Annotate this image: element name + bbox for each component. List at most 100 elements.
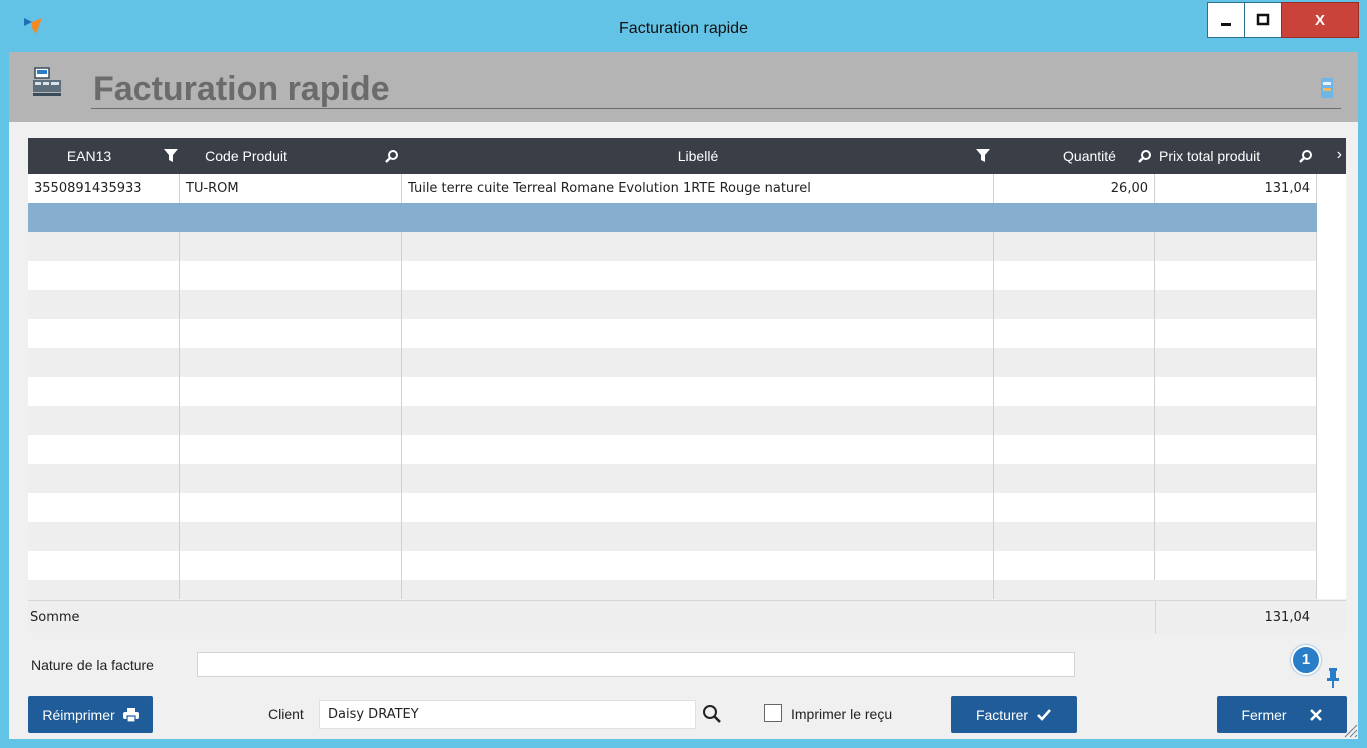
cell-quantite[interactable]: 26,00 [994,174,1155,203]
cell-code-produit[interactable] [180,348,402,377]
scrollbar-track[interactable] [1317,435,1346,464]
scrollbar-track[interactable] [1317,232,1346,261]
scrollbar-track[interactable] [1317,348,1346,377]
cell-quantite[interactable] [994,290,1155,319]
cell-quantite[interactable] [994,435,1155,464]
maximize-button[interactable] [1244,2,1282,38]
cell-prix-total[interactable] [1155,377,1317,406]
cell-ean13[interactable] [28,232,180,261]
column-header-quantite[interactable]: Quantité [994,138,1155,174]
cell-libelle[interactable] [402,232,994,261]
cell-quantite[interactable] [994,580,1155,599]
cell-prix-total[interactable] [1155,232,1317,261]
cell-code-produit[interactable] [180,493,402,522]
scroll-columns-right[interactable]: › [1317,138,1346,174]
cell-prix-total[interactable] [1155,348,1317,377]
cell-code-produit[interactable] [180,435,402,464]
cell-quantite[interactable] [994,319,1155,348]
cell-ean13[interactable] [28,406,180,435]
cell-libelle[interactable] [402,203,994,232]
cell-quantite[interactable] [994,232,1155,261]
column-header-prix-total[interactable]: Prix total produit [1155,138,1317,174]
cell-ean13[interactable] [28,377,180,406]
table-row[interactable] [28,580,1346,599]
cell-ean13[interactable] [28,203,180,232]
column-header-ean13[interactable]: EAN13 [28,138,180,174]
cell-prix-total[interactable] [1155,493,1317,522]
cell-quantite[interactable] [994,261,1155,290]
table-row[interactable]: 3550891435933 TU-ROM Tuile terre cuite T… [28,174,1346,203]
cell-prix-total[interactable] [1155,435,1317,464]
cell-ean13[interactable] [28,348,180,377]
resize-grip-icon[interactable] [1340,720,1358,738]
cell-code-produit[interactable] [180,261,402,290]
cell-code-produit[interactable] [180,580,402,599]
cell-libelle[interactable] [402,522,994,551]
scrollbar-track[interactable] [1317,522,1346,551]
cell-ean13[interactable] [28,551,180,580]
cell-code-produit[interactable] [180,319,402,348]
minimize-button[interactable] [1207,2,1245,38]
cell-code-produit[interactable] [180,522,402,551]
table-row[interactable] [28,551,1346,580]
table-row[interactable] [28,464,1346,493]
scrollbar-track[interactable] [1317,261,1346,290]
cell-quantite[interactable] [994,406,1155,435]
cell-ean13[interactable] [28,290,180,319]
facturer-button[interactable]: Facturer [951,696,1077,733]
cell-quantite[interactable] [994,203,1155,232]
table-row[interactable] [28,261,1346,290]
table-row[interactable] [28,406,1346,435]
cell-prix-total[interactable] [1155,203,1317,232]
table-row[interactable] [28,232,1346,261]
scrollbar-track[interactable] [1317,377,1346,406]
cell-quantite[interactable] [994,493,1155,522]
cell-prix-total[interactable] [1155,522,1317,551]
cell-ean13[interactable] [28,435,180,464]
cell-libelle[interactable] [402,493,994,522]
cell-prix-total[interactable] [1155,406,1317,435]
cell-prix-total[interactable] [1155,464,1317,493]
cell-code-produit[interactable] [180,377,402,406]
fermer-button[interactable]: Fermer [1217,696,1347,733]
cell-prix-total[interactable] [1155,551,1317,580]
cell-code-produit[interactable] [180,406,402,435]
nature-facture-input[interactable] [197,652,1075,677]
cell-libelle[interactable] [402,290,994,319]
search-icon[interactable] [1299,149,1313,163]
table-row[interactable] [28,522,1346,551]
cell-quantite[interactable] [994,464,1155,493]
search-icon[interactable] [701,703,723,725]
scrollbar-track[interactable] [1317,493,1346,522]
cell-code-produit[interactable] [180,464,402,493]
client-input[interactable]: Daisy DRATEY [319,700,696,729]
scrollbar-track[interactable] [1317,406,1346,435]
scrollbar-track[interactable] [1317,203,1346,232]
cell-ean13[interactable] [28,319,180,348]
table-row[interactable] [28,377,1346,406]
search-icon[interactable] [1138,149,1152,163]
cell-ean13[interactable] [28,261,180,290]
cell-libelle[interactable] [402,319,994,348]
cell-ean13[interactable] [28,522,180,551]
cell-libelle[interactable] [402,377,994,406]
scrollbar-track[interactable] [1317,464,1346,493]
table-row[interactable] [28,348,1346,377]
cell-prix-total[interactable]: 131,04 [1155,174,1317,203]
cell-libelle[interactable]: Tuile terre cuite Terreal Romane Evoluti… [402,174,994,203]
print-receipt-checkbox[interactable] [764,704,782,722]
cell-ean13[interactable] [28,580,180,599]
cell-quantite[interactable] [994,551,1155,580]
cell-libelle[interactable] [402,348,994,377]
cell-code-produit[interactable] [180,203,402,232]
cell-ean13[interactable] [28,464,180,493]
cell-libelle[interactable] [402,406,994,435]
cell-libelle[interactable] [402,435,994,464]
cell-prix-total[interactable] [1155,319,1317,348]
cell-code-produit[interactable] [180,290,402,319]
close-window-button[interactable]: X [1281,2,1359,38]
table-row-selected[interactable] [28,203,1346,232]
table-row[interactable] [28,319,1346,348]
cell-code-produit[interactable] [180,232,402,261]
pin-icon[interactable] [1326,666,1340,688]
